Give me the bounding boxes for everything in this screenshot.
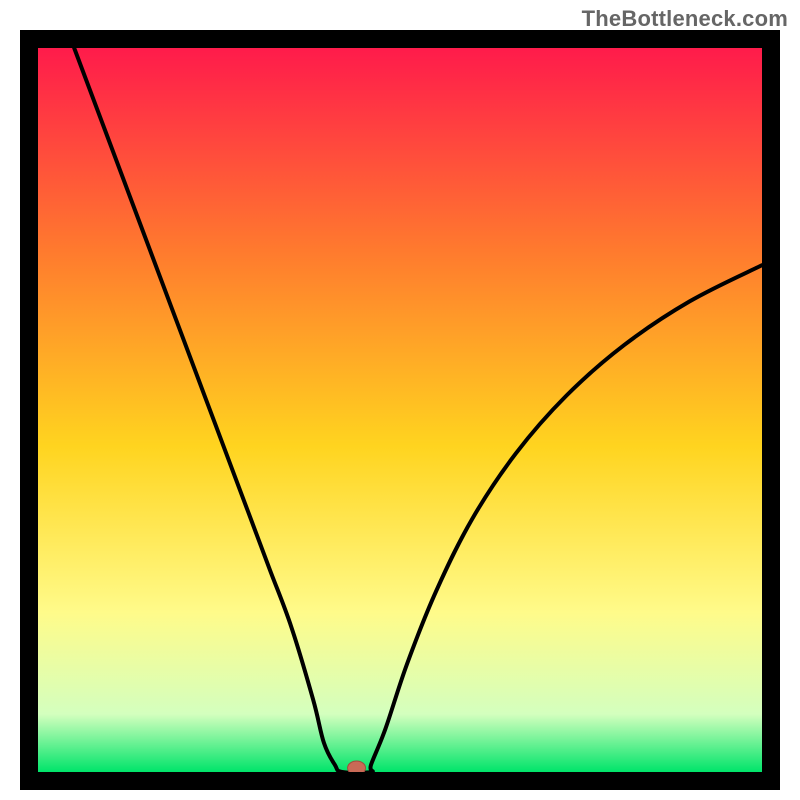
watermark-text: TheBottleneck.com bbox=[582, 6, 788, 32]
selection-marker bbox=[348, 761, 366, 772]
chart-frame bbox=[20, 30, 780, 790]
gradient-background bbox=[38, 48, 762, 772]
chart-svg bbox=[38, 48, 762, 772]
